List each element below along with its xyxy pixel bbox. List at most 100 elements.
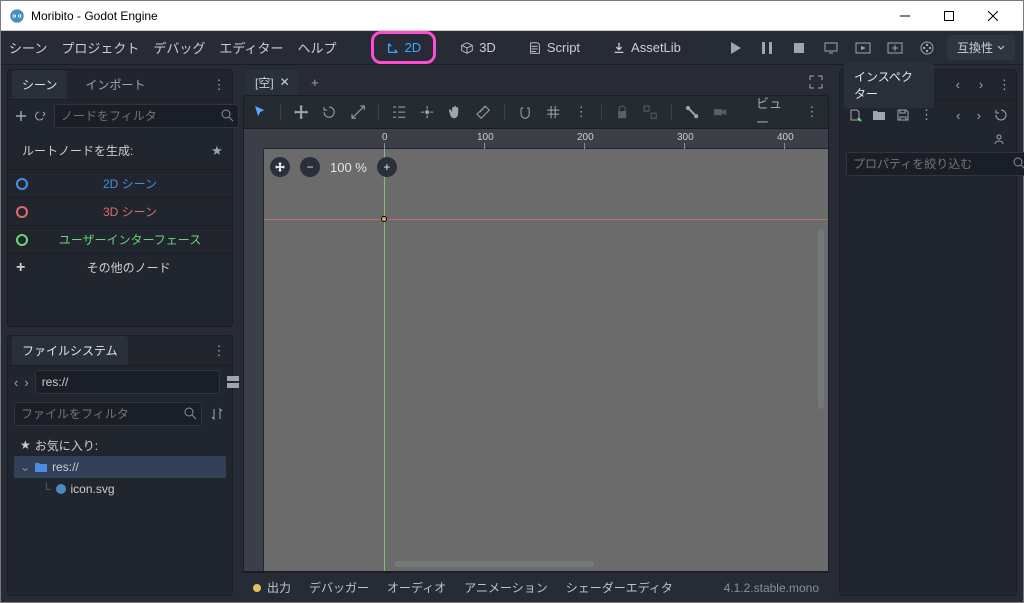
bottom-output-button[interactable]: 出力	[267, 579, 291, 596]
fs-split-view-button[interactable]	[226, 373, 240, 391]
fs-file-item[interactable]: └icon.svg	[14, 478, 226, 500]
fs-favorites[interactable]: ★お気に入り:	[14, 434, 226, 456]
window-close-button[interactable]	[971, 2, 1015, 30]
inspector-history-prev-button[interactable]: ‹	[953, 106, 964, 124]
viewport-menu-button[interactable]: ⋮	[804, 102, 820, 122]
fs-dock-menu-button[interactable]: ⋮	[210, 342, 228, 360]
tab-filesystem[interactable]: ファイルシステム	[12, 336, 128, 365]
play-project-button[interactable]	[723, 36, 747, 60]
inspector-dock-menu-button[interactable]: ⋮	[997, 76, 1012, 94]
add-node-button[interactable]	[14, 107, 28, 125]
horizontal-scrollbar[interactable]	[394, 561, 594, 567]
window-maximize-button[interactable]	[927, 2, 971, 30]
play-custom-scene-button[interactable]	[883, 36, 907, 60]
inspector-load-resource-button[interactable]	[872, 106, 886, 124]
favorite-icon[interactable]: ★	[208, 142, 226, 160]
create-ui-scene-button[interactable]: ユーザーインターフェース	[8, 225, 232, 253]
zoom-out-button[interactable]: −	[300, 157, 320, 177]
bottom-debugger-button[interactable]: デバッガー	[309, 579, 369, 596]
workspace-assetlib-button[interactable]: AssetLib	[604, 36, 689, 59]
renderer-label: 互換性	[957, 39, 993, 56]
scene-tab-empty[interactable]: [空] ✕	[247, 70, 298, 95]
inspector-next-button[interactable]: ›	[973, 76, 988, 94]
script-icon	[528, 41, 542, 55]
fs-sort-button[interactable]	[208, 405, 226, 423]
inspector-object-button[interactable]	[990, 130, 1008, 148]
viewport-canvas[interactable]: 0 100 200 300 400 − 100	[243, 129, 829, 572]
stop-button[interactable]	[787, 36, 811, 60]
create-other-node-button[interactable]: +その他のノード	[8, 253, 232, 281]
instance-scene-button[interactable]	[34, 107, 48, 125]
inspector-new-resource-button[interactable]	[848, 106, 862, 124]
tab-import[interactable]: インポート	[75, 70, 155, 99]
distraction-free-button[interactable]	[807, 73, 825, 91]
window-minimize-button[interactable]	[883, 2, 927, 30]
play-scene-button[interactable]	[851, 36, 875, 60]
movie-maker-button[interactable]	[915, 36, 939, 60]
godot-logo-icon	[9, 8, 25, 24]
rotate-tool-button[interactable]	[321, 102, 337, 122]
select-tool-button[interactable]	[252, 102, 268, 122]
ruler-tool-button[interactable]	[475, 102, 491, 122]
add-scene-tab-button[interactable]: +	[306, 73, 324, 91]
fs-forward-button[interactable]: ›	[24, 373, 28, 391]
create-2d-scene-button[interactable]: 2D シーン	[8, 169, 232, 197]
lock-button[interactable]	[614, 102, 630, 122]
workspace-2d-button[interactable]: 2D	[378, 36, 430, 59]
fs-filter-input[interactable]	[14, 402, 202, 426]
skeleton-button[interactable]	[684, 102, 700, 122]
inspector-dock: インスペクター ‹ › ⋮ ⋮ ‹ ›	[839, 69, 1017, 596]
inspector-prev-button[interactable]: ‹	[950, 76, 965, 94]
view-menu-button[interactable]: ビュー	[752, 102, 792, 122]
inspector-history-button[interactable]	[994, 106, 1008, 124]
vertical-ruler	[244, 149, 264, 571]
renderer-selector[interactable]: 互換性	[947, 35, 1015, 60]
zoom-reset-button[interactable]	[270, 157, 290, 177]
search-icon	[183, 406, 197, 420]
fs-path-input[interactable]	[35, 370, 220, 394]
scene-dock: シーン インポート ⋮ ⋮	[7, 69, 233, 327]
close-tab-icon[interactable]: ✕	[280, 75, 290, 89]
zoom-in-button[interactable]: +	[377, 157, 397, 177]
fs-root-folder[interactable]: ⌄res://	[14, 456, 226, 478]
tab-scene[interactable]: シーン	[12, 70, 67, 99]
run-remote-button[interactable]	[819, 36, 843, 60]
workspace-script-button[interactable]: Script	[520, 36, 588, 59]
workspace-3d-button[interactable]: 3D	[452, 36, 504, 59]
inspector-history-next-button[interactable]: ›	[974, 106, 985, 124]
dock-menu-button[interactable]: ⋮	[210, 76, 228, 94]
snap-options-button[interactable]: ⋮	[573, 102, 589, 122]
pan-tool-button[interactable]	[447, 102, 463, 122]
view-menu-label: ビュー	[756, 93, 788, 131]
bottom-animation-button[interactable]: アニメーション	[464, 579, 548, 596]
pause-button[interactable]	[755, 36, 779, 60]
main-menubar: シーン プロジェクト デバッグ エディター ヘルプ 2D 3D	[1, 31, 1023, 65]
create-3d-scene-button[interactable]: 3D シーン	[8, 197, 232, 225]
window-titlebar: Moribito - Godot Engine	[1, 1, 1023, 31]
ruler-tick: 400	[777, 132, 794, 143]
scene-filter-input[interactable]	[54, 104, 239, 128]
bottom-shader-button[interactable]: シェーダーエディタ	[566, 579, 673, 596]
list-select-button[interactable]	[391, 102, 407, 122]
scale-tool-button[interactable]	[350, 102, 366, 122]
bottom-audio-button[interactable]: オーディオ	[387, 579, 446, 596]
output-indicator-icon	[253, 584, 261, 592]
menu-project[interactable]: プロジェクト	[61, 38, 139, 57]
fs-back-button[interactable]: ‹	[14, 373, 18, 391]
smart-snap-button[interactable]	[517, 102, 533, 122]
inspector-filter-input[interactable]	[846, 152, 1024, 176]
move-tool-button[interactable]	[293, 102, 309, 122]
grid-snap-button[interactable]	[545, 102, 561, 122]
vertical-scrollbar[interactable]	[818, 229, 824, 409]
menu-scene[interactable]: シーン	[9, 38, 47, 57]
inspector-extra-button[interactable]: ⋮	[920, 106, 933, 124]
menu-editor[interactable]: エディター	[219, 38, 283, 57]
ruler-tick: 100	[477, 132, 494, 143]
override-camera-button[interactable]	[712, 102, 728, 122]
menu-help[interactable]: ヘルプ	[297, 38, 336, 57]
inspector-save-resource-button[interactable]	[896, 106, 910, 124]
viewport-toolbar: ⋮ ビュー ⋮	[243, 95, 829, 129]
pivot-tool-button[interactable]	[419, 102, 435, 122]
menu-debug[interactable]: デバッグ	[153, 38, 205, 57]
group-button[interactable]	[642, 102, 658, 122]
